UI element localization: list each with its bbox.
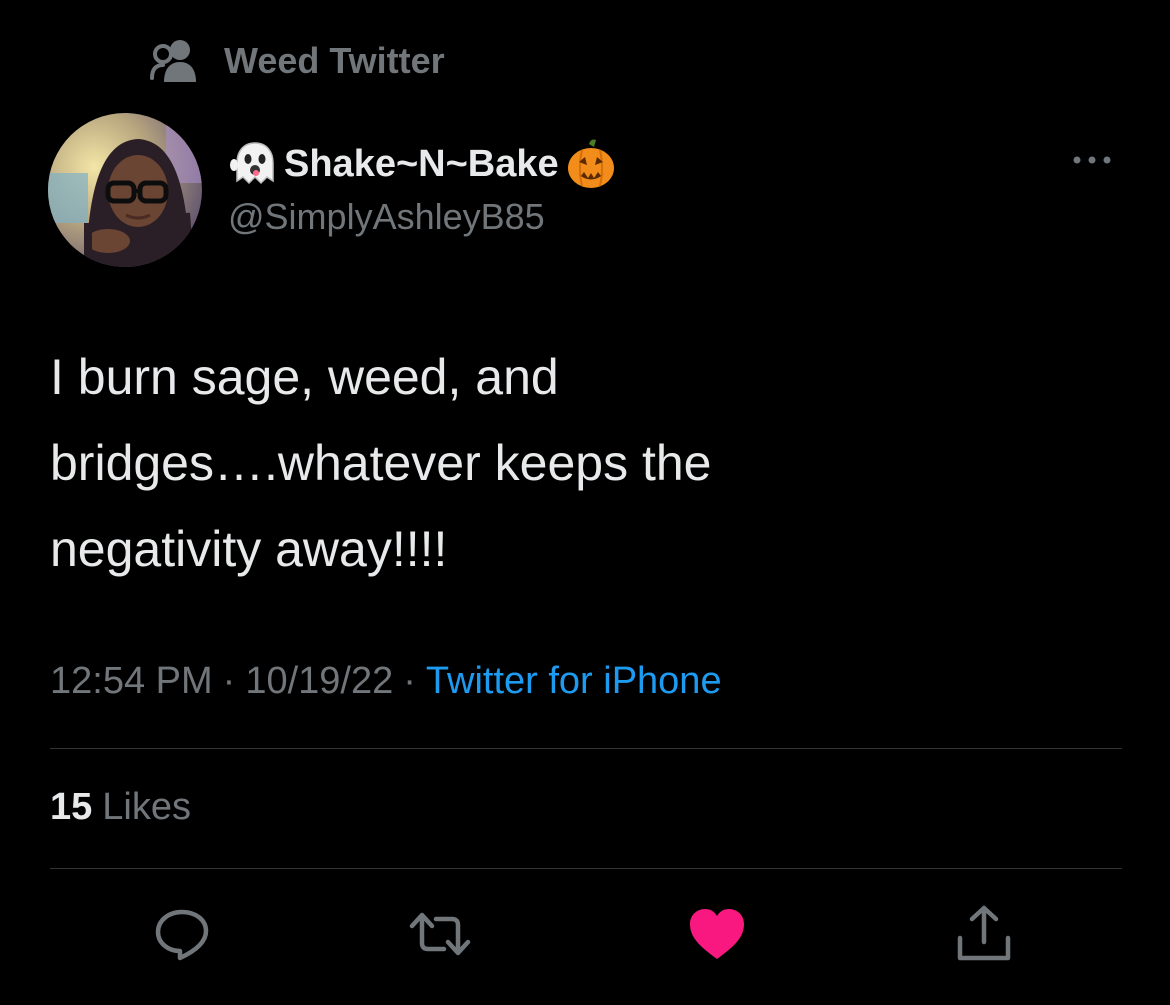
tweet-time[interactable]: 12:54 PM	[50, 660, 213, 702]
tweet-text-line: bridges….whatever keeps the	[50, 435, 712, 491]
divider	[50, 748, 1122, 749]
tweet-source-link[interactable]: Twitter for iPhone	[426, 660, 722, 702]
tweet-date[interactable]: 10/19/22	[245, 660, 393, 702]
author-handle[interactable]: @SimplyAshleyB85	[228, 196, 545, 238]
tweet-meta: 12:54 PM · 10/19/22 · Twitter for iPhone	[50, 660, 722, 703]
community-icon	[150, 38, 198, 84]
share-icon	[955, 904, 1013, 964]
likes-count: 15	[50, 786, 93, 828]
avatar[interactable]	[48, 113, 202, 267]
tweet-text-line: negativity away!!!!	[50, 521, 448, 577]
more-options-button[interactable]	[1070, 150, 1116, 170]
likes-label: Likes	[102, 786, 191, 828]
author-display-name: Shake~N~Bake	[284, 142, 559, 185]
tweet-text-line: I burn sage, weed, and	[50, 349, 559, 405]
jack-o-lantern-emoji-icon	[565, 138, 617, 190]
author-name-row[interactable]: Shake~N~Bake	[228, 136, 617, 192]
social-context[interactable]: Weed Twitter	[150, 38, 445, 84]
meta-separator: ·	[222, 660, 236, 702]
heart-icon	[688, 907, 746, 961]
retweet-icon	[408, 909, 472, 959]
divider	[50, 868, 1122, 869]
likes-stat[interactable]: 15 Likes	[50, 786, 191, 829]
more-options-icon	[1070, 150, 1116, 170]
reply-button[interactable]	[150, 902, 214, 966]
reply-icon	[153, 907, 211, 961]
like-button[interactable]	[685, 902, 749, 966]
ghost-emoji-icon	[228, 139, 282, 189]
tweet-text: I burn sage, weed, and bridges….whatever…	[50, 334, 1120, 592]
share-button[interactable]	[952, 902, 1016, 966]
community-label: Weed Twitter	[224, 40, 445, 81]
retweet-button[interactable]	[408, 902, 472, 966]
meta-separator: ·	[403, 660, 416, 702]
